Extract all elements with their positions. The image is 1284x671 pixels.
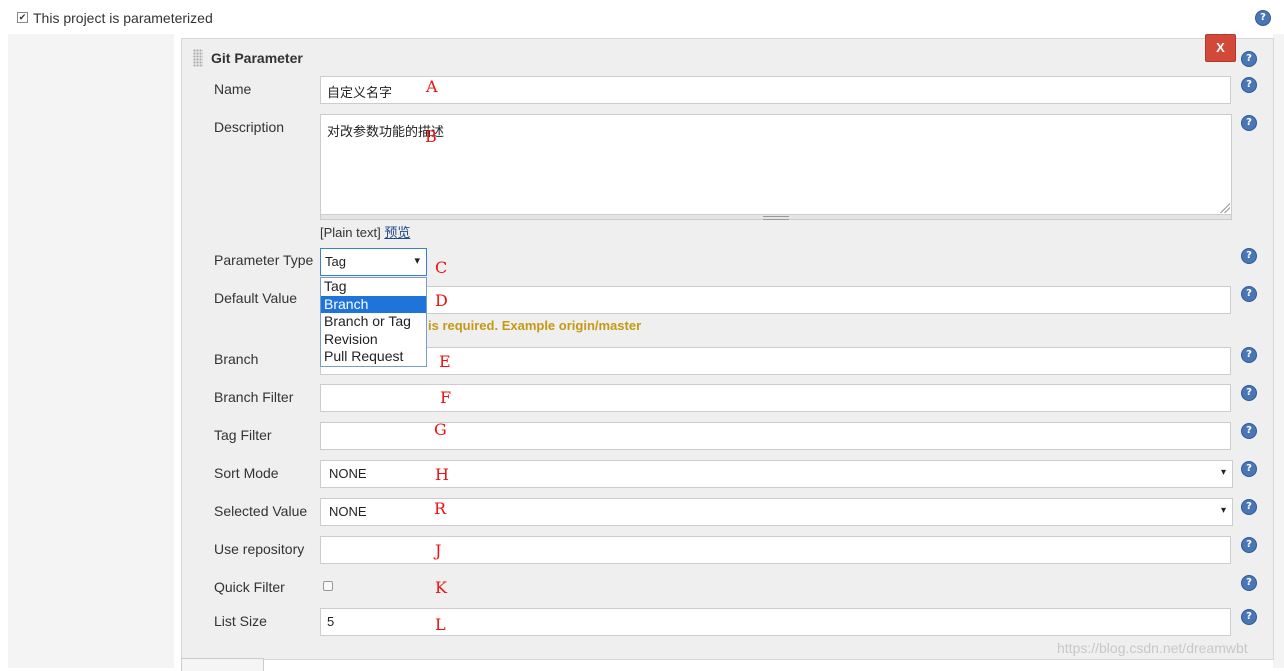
annotation-c: C [435,258,448,277]
bottom-button-edge[interactable] [181,658,264,671]
option-tag[interactable]: Tag [321,278,426,296]
preview-link[interactable]: 预览 [384,225,410,240]
chevron-down-icon: ▾ [1220,505,1226,516]
textarea-resize-corner[interactable] [1220,203,1230,213]
annotation-r: R [434,499,447,518]
help-icon[interactable]: ? [1242,78,1256,92]
parameter-type-dropdown: Tag Branch Branch or Tag Revision Pull R… [320,277,427,367]
watermark: https://blog.csdn.net/dreamwbt [1057,640,1248,656]
annotation-k: K [435,578,447,597]
default-value-warning: is required. Example origin/master [428,318,642,333]
option-branch[interactable]: Branch [321,295,426,314]
format-hint: [Plain text] 预览 [320,222,410,241]
quick-filter-label: Quick Filter [214,579,285,595]
resize-grip-icon [763,216,789,220]
help-icon[interactable]: ? [1242,576,1256,590]
help-icon[interactable]: ? [1242,52,1256,66]
option-revision[interactable]: Revision [321,331,426,349]
description-label: Description [214,119,285,135]
left-gutter [8,34,174,668]
help-icon[interactable]: ? [1256,11,1270,25]
use-repository-label: Use repository [214,541,305,557]
option-branch-or-tag[interactable]: Branch or Tag [321,313,426,331]
help-icon[interactable]: ? [1242,116,1256,130]
description-textarea[interactable]: 对改参数功能的描述 [320,114,1232,216]
help-icon[interactable]: ? [1242,287,1256,301]
name-input[interactable]: 自定义名字 [320,76,1231,104]
branch-filter-label: Branch Filter [214,389,294,405]
annotation-h: H [435,465,449,484]
help-icon[interactable]: ? [1242,610,1256,624]
chevron-down-icon: ▾ [1220,467,1226,478]
parameter-type-label: Parameter Type [214,252,314,268]
parameterized-label: This project is parameterized [33,10,213,26]
panel-title: Git Parameter [211,50,303,66]
default-value-input[interactable] [320,286,1231,314]
parameter-type-value: Tag [325,254,346,269]
annotation-f: F [440,388,452,407]
annotation-j: J [435,541,442,560]
help-icon[interactable]: ? [1242,538,1256,552]
sort-mode-label: Sort Mode [214,465,279,481]
annotation-a: A [426,77,438,96]
help-icon[interactable]: ? [1242,386,1256,400]
plain-text-label: [Plain text] [320,225,381,240]
sort-mode-value: NONE [329,466,367,481]
default-value-label: Default Value [214,290,298,306]
list-size-input[interactable]: 5 [320,608,1231,636]
sort-mode-select[interactable]: NONE ▾ [320,460,1233,488]
parameterized-checkbox[interactable]: ✔ [17,12,28,23]
annotation-g: G [434,420,447,439]
branch-filter-input[interactable] [320,384,1231,412]
list-size-label: List Size [214,613,267,629]
right-gutter [1273,34,1284,668]
selected-value-label: Selected Value [214,503,308,519]
help-icon[interactable]: ? [1242,249,1256,263]
help-icon[interactable]: ? [1242,500,1256,514]
branch-label: Branch [214,351,259,367]
tag-filter-label: Tag Filter [214,427,272,443]
help-icon[interactable]: ? [1242,424,1256,438]
branch-input[interactable] [320,347,1231,375]
selected-value-select[interactable]: NONE ▾ [320,498,1233,526]
parameter-type-select[interactable]: Tag ▾ [320,248,427,276]
annotation-l: L [435,615,446,634]
delete-button[interactable]: X [1205,34,1236,62]
annotation-d: D [435,291,448,310]
quick-filter-checkbox[interactable] [323,581,333,591]
help-icon[interactable]: ? [1242,348,1256,362]
annotation-b: B [425,127,437,146]
use-repository-input[interactable] [320,536,1231,564]
name-label: Name [214,81,252,97]
drag-handle[interactable] [193,49,203,67]
chevron-down-icon: ▾ [414,255,420,267]
option-pull-request[interactable]: Pull Request [321,348,426,366]
help-icon[interactable]: ? [1242,462,1256,476]
selected-value-value: NONE [329,504,367,519]
tag-filter-input[interactable] [320,422,1231,450]
annotation-e: E [439,352,451,371]
